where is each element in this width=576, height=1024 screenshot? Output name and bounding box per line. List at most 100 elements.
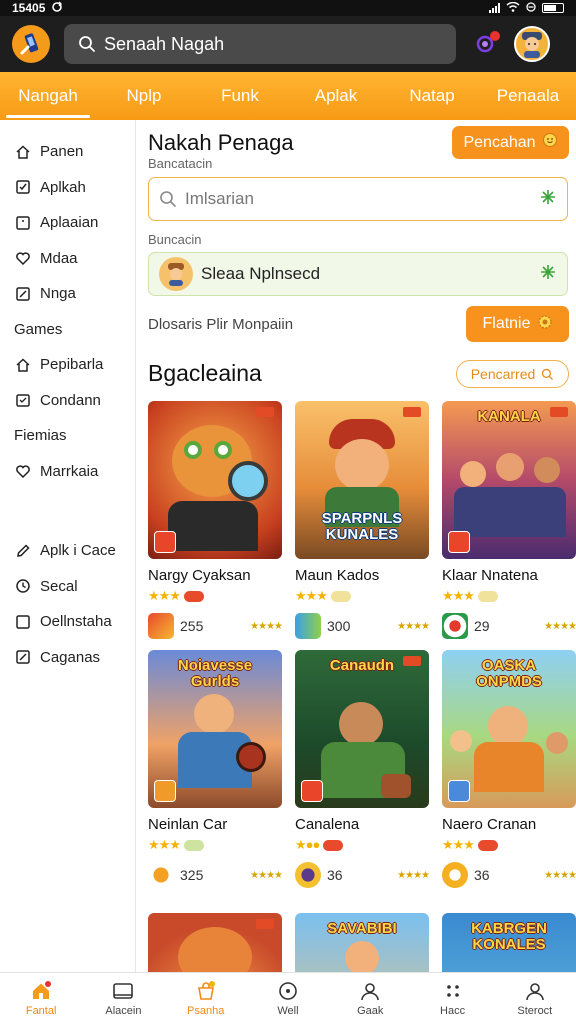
rating-pill: [183, 590, 204, 602]
nav-steroct[interactable]: Steroct: [494, 973, 576, 1024]
game-card[interactable]: [148, 913, 282, 972]
game-name: Naero Cranan: [442, 816, 537, 833]
field1-label: Bancatacin: [148, 156, 213, 171]
page-title: Nakah Penaga: [148, 130, 294, 155]
tab-natap[interactable]: Natap: [384, 72, 480, 120]
nav-label: Psanha: [187, 1005, 225, 1017]
game-count: 29: [474, 618, 490, 634]
selected-user-field[interactable]: Sleaa Nplnsecd: [148, 252, 568, 296]
gear-smile-icon: [537, 314, 553, 335]
notification-dot: [490, 31, 500, 41]
star-rating-icon: ★★★: [148, 837, 181, 852]
game-type-icon: [448, 531, 470, 553]
do-not-disturb-icon: [526, 1, 536, 15]
game-card[interactable]: KANALA Klaar Nnatena ★★★ 29 ★★★★: [442, 401, 576, 639]
sidebar-item-aplaaian[interactable]: Aplaaian: [0, 205, 135, 241]
avatar[interactable]: [514, 26, 550, 62]
status-bar: 15405: [0, 0, 576, 16]
mini-stars-icon: ★★★★: [397, 620, 430, 632]
tab-penaala[interactable]: Penaala: [480, 72, 576, 120]
home-icon: [14, 143, 32, 161]
search-icon: [160, 191, 176, 207]
sidebar-item-caganas[interactable]: Caganas: [0, 640, 135, 676]
meta-row: 325 ★★★★: [148, 862, 283, 888]
tab-aplak[interactable]: Aplak: [288, 72, 384, 120]
nav-label: Fantal: [25, 1005, 57, 1017]
game-type-icon: [448, 780, 470, 802]
rating-pill: [330, 590, 351, 602]
nav-psanha[interactable]: Psanha: [165, 973, 247, 1024]
game-thumbnail: SPARPNLS KUNALES: [295, 401, 429, 559]
mini-stars-icon: ★★★★: [250, 869, 283, 881]
sidebar-item-aplk-i-cace[interactable]: Aplk i Cace: [0, 533, 135, 569]
mini-stars-icon: ★★★★: [397, 869, 430, 881]
game-card[interactable]: OASKA ONPMDS Naero Cranan ★★★ 36 ★★★★: [442, 650, 576, 888]
game-name: Nargy Cyaksan: [148, 567, 251, 584]
nav-label: Steroct: [517, 1005, 553, 1017]
game-thumbnail-title: KABRGEN KONALES: [471, 920, 547, 953]
sidebar-item-mdaa[interactable]: Mdaa: [0, 241, 135, 277]
search-field[interactable]: Imlsarian: [148, 177, 568, 221]
game-thumbnail: Noiavesse Gurlds: [148, 650, 282, 808]
game-card[interactable]: Noiavesse Gurlds Neinlan Car ★★★ 325 ★★★…: [148, 650, 283, 888]
search-input[interactable]: Senaah Nagah: [64, 24, 456, 64]
corner-badge: [256, 407, 274, 417]
nav-gaak[interactable]: Gaak: [329, 973, 411, 1024]
notification-button[interactable]: [470, 29, 500, 59]
game-card[interactable]: SPARPNLS KUNALES Maun Kados ★★★ 300 ★★★★: [295, 401, 430, 639]
meta-row: 29 ★★★★: [442, 613, 576, 639]
game-count: 325: [180, 867, 204, 883]
corner-badge: [403, 656, 421, 666]
sidebar-item-label: Panen: [40, 143, 84, 161]
sidebar-item-marrkaia[interactable]: Marrkaia: [0, 454, 135, 490]
sidebar-item-aplkah[interactable]: Aplkah: [0, 170, 135, 206]
nav-alacein[interactable]: Alacein: [82, 973, 164, 1024]
game-thumbnail: KANALA: [442, 401, 576, 559]
game-thumbnail-title: Noiavesse Gurlds: [177, 657, 253, 690]
nav-hacc[interactable]: Hacc: [411, 973, 493, 1024]
game-thumbnail: SAVABIBI: [295, 913, 429, 972]
sidebar-item-label: Aplaaian: [40, 214, 99, 232]
pencarred-button[interactable]: Pencarred: [456, 360, 569, 388]
sidebar-item-panen[interactable]: Panen: [0, 134, 135, 170]
game-thumbnail-title: SPARPNLS KUNALES: [321, 510, 403, 543]
game-card[interactable]: Canaudn Canalena ★●● 36 ★★★★: [295, 650, 430, 888]
sidebar-item-label: Oellnstaha: [40, 613, 112, 631]
game-card[interactable]: Nargy Cyaksan ★★★ 255 ★★★★: [148, 401, 283, 639]
sidebar-item-pepibarla[interactable]: Pepibarla: [0, 347, 135, 383]
sidebar-item-nnga[interactable]: Nnga: [0, 276, 135, 312]
game-count: 300: [327, 618, 351, 634]
game-thumbnail: OASKA ONPMDS: [442, 650, 576, 808]
app-logo[interactable]: [12, 25, 50, 63]
nav-label: Hacc: [440, 1005, 466, 1017]
top-header: Senaah Nagah: [0, 16, 576, 72]
sidebar-item-condann[interactable]: Condann: [0, 383, 135, 419]
nav-well[interactable]: Well: [247, 973, 329, 1024]
flatnie-button[interactable]: Flatnie: [466, 306, 569, 342]
sidebar-item-secal[interactable]: Secal: [0, 569, 135, 605]
star-rating-icon: ★★★: [442, 837, 475, 852]
tab-nplp[interactable]: Nplp: [96, 72, 192, 120]
edit-box-icon: [14, 648, 32, 666]
helper-text: Dlosaris Plir Monpaiin: [148, 316, 294, 333]
tab-nangah[interactable]: Nangah: [0, 72, 96, 120]
game-card[interactable]: SAVABIBI: [295, 913, 429, 972]
pencahan-button-label: Pencahan: [463, 133, 536, 151]
nav-fantal[interactable]: Fantal: [0, 973, 82, 1024]
smile-icon: [542, 132, 558, 153]
search-icon: [79, 36, 95, 52]
sidebar-heading-games: Games: [14, 320, 63, 338]
rating-row: ★★★: [442, 588, 576, 603]
pencahan-button[interactable]: Pencahan: [452, 126, 569, 159]
tab-funk[interactable]: Funk: [192, 72, 288, 120]
star-rating-icon: ★★★: [148, 588, 181, 603]
sidebar-item-oellnstaha[interactable]: Oellnstaha: [0, 604, 135, 640]
game-thumbnail: Canaudn: [295, 650, 429, 808]
search-field-placeholder: Imlsarian: [185, 189, 254, 208]
rating-pill: [323, 839, 344, 851]
app-mini-icon: [148, 862, 174, 888]
status-time: 15405: [12, 1, 46, 15]
search-icon: [542, 368, 554, 380]
edit-box-icon: [14, 285, 32, 303]
game-card[interactable]: KABRGEN KONALES: [442, 913, 576, 972]
